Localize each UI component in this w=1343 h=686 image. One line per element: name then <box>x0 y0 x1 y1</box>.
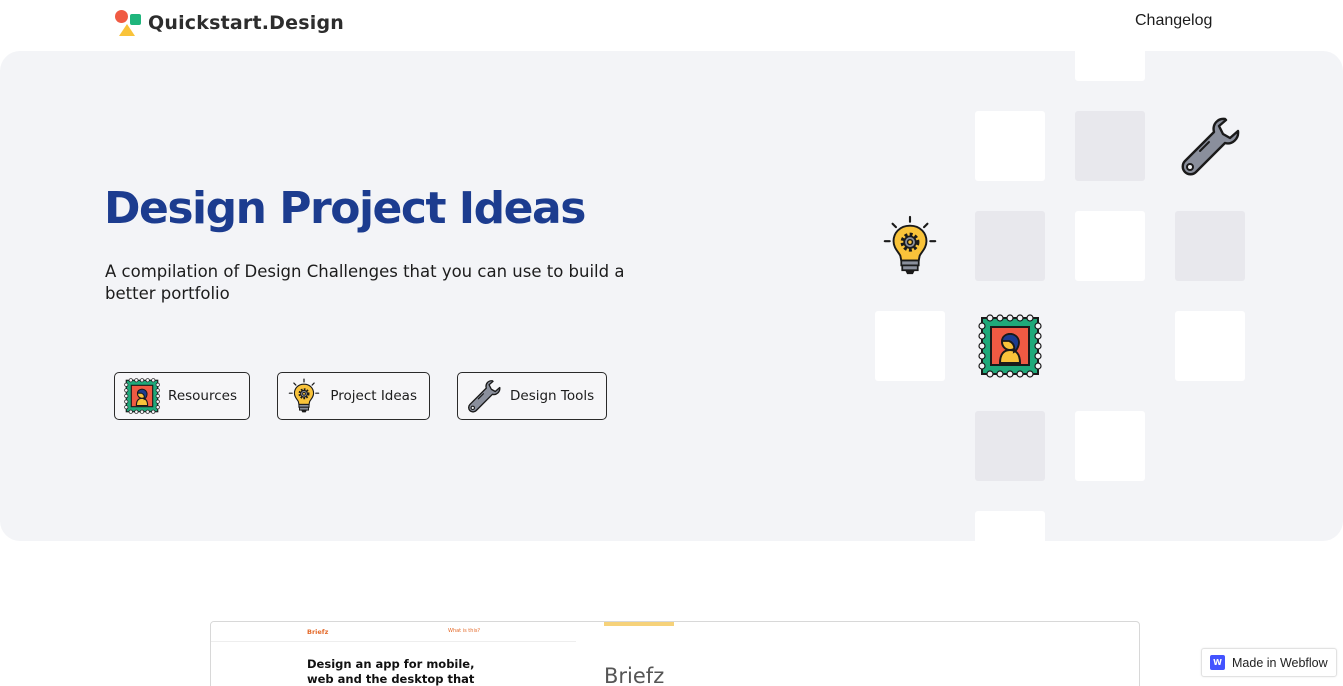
decor-tile <box>1075 111 1145 181</box>
lightbulb-gear-icon <box>877 213 943 279</box>
decor-tile <box>975 511 1045 541</box>
design-tools-button[interactable]: Design Tools <box>457 372 607 420</box>
decor-tile <box>1075 51 1145 81</box>
decor-tile <box>1075 411 1145 481</box>
resources-button[interactable]: Resources <box>114 372 250 420</box>
decor-tile <box>1175 311 1245 381</box>
made-in-webflow-badge[interactable]: W Made in Webflow <box>1201 648 1337 677</box>
decor-tile <box>975 411 1045 481</box>
wrench-icon <box>466 377 502 415</box>
logo-icon <box>114 9 142 37</box>
decor-tile <box>1175 211 1245 281</box>
decor-tile <box>975 111 1045 181</box>
project-card-preview: Briefz What is this? Design an app for m… <box>211 622 576 686</box>
project-card[interactable]: Briefz What is this? Design an app for m… <box>210 621 1140 686</box>
logo-link[interactable]: Quickstart.Design <box>114 9 344 37</box>
project-card-title: Briefz <box>604 664 665 686</box>
wrench-icon <box>1177 113 1243 179</box>
webflow-icon: W <box>1210 655 1225 670</box>
lightbulb-gear-icon <box>286 377 322 415</box>
site-header: Quickstart.Design Changelog <box>0 0 1343 50</box>
design-tools-button-label: Design Tools <box>510 388 595 404</box>
stamp-icon <box>123 377 160 415</box>
preview-link: What is this? <box>448 628 481 634</box>
preview-brand: Briefz <box>307 628 329 636</box>
page-title: Design Project Ideas <box>104 183 586 234</box>
stamp-icon <box>977 313 1043 379</box>
webflow-badge-label: Made in Webflow <box>1232 655 1328 670</box>
decor-tile <box>875 311 945 381</box>
decor-tile <box>1075 211 1145 281</box>
nav-changelog-link[interactable]: Changelog <box>1135 12 1212 30</box>
decor-tile <box>975 211 1045 281</box>
preview-headline: Design an app for mobile, web and the de… <box>307 657 475 686</box>
hero-subtitle: A compilation of Design Challenges that … <box>105 262 625 303</box>
project-ideas-button-label: Project Ideas <box>330 388 417 404</box>
card-accent-bar <box>604 622 674 626</box>
logo-text: Quickstart.Design <box>148 12 344 34</box>
preview-topbar <box>211 622 576 642</box>
hero-section: Design Project Ideas A compilation of De… <box>0 51 1343 541</box>
resources-button-label: Resources <box>168 388 237 404</box>
project-ideas-button[interactable]: Project Ideas <box>277 372 430 420</box>
